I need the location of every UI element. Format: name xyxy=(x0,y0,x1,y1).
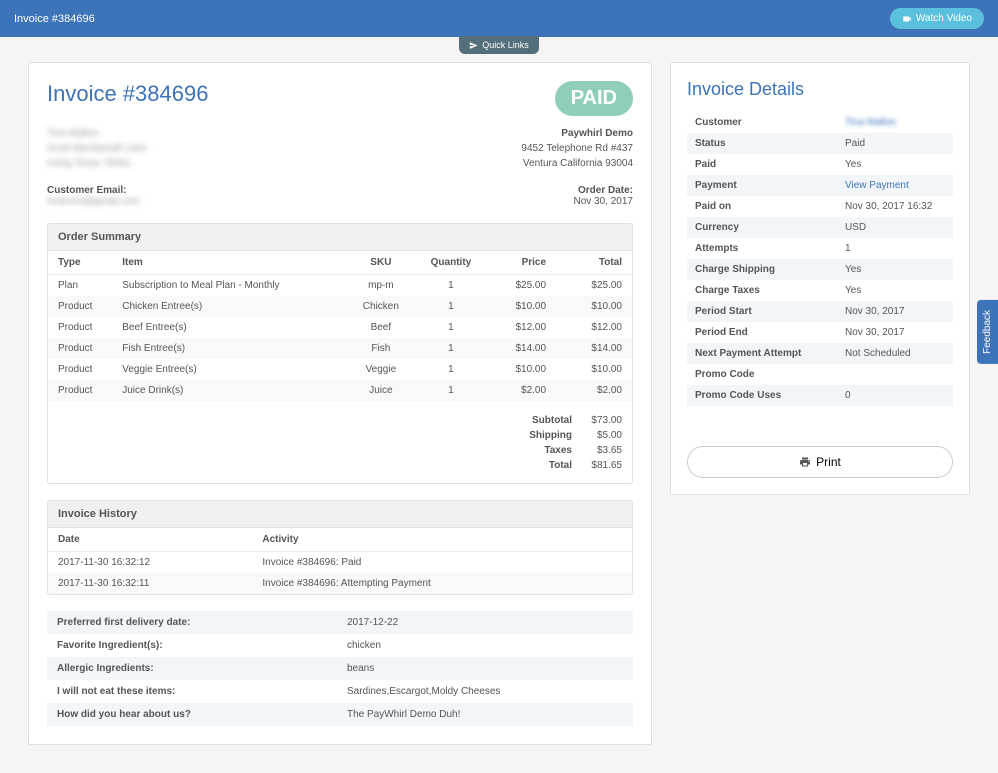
table-row: ProductVeggie Entree(s)Veggie1$10.00$10.… xyxy=(48,359,632,380)
custom-field-row: Allergic Ingredients:beans xyxy=(47,657,633,680)
watch-video-button[interactable]: Watch Video xyxy=(890,8,984,29)
detail-row: PaidYes xyxy=(687,154,953,175)
invoice-title: Invoice #384696 xyxy=(47,81,208,107)
customer-email-block: Customer Email: tmancini@gmail.com xyxy=(47,185,140,207)
detail-row: Paid onNov 30, 2017 16:32 xyxy=(687,196,953,217)
detail-row: Attempts1 xyxy=(687,238,953,259)
custom-field-row: Favorite Ingredient(s):chicken xyxy=(47,634,633,657)
order-date-block: Order Date: Nov 30, 2017 xyxy=(574,185,634,207)
invoice-details-panel: Invoice Details CustomerTina MallonStatu… xyxy=(670,62,970,495)
custom-field-row: I will not eat these items:Sardines,Esca… xyxy=(47,680,633,703)
table-row: ProductFish Entree(s)Fish1$14.00$14.00 xyxy=(48,338,632,359)
paid-badge: PAID xyxy=(555,81,633,116)
detail-row: PaymentView Payment xyxy=(687,175,953,196)
detail-row: Next Payment AttemptNot Scheduled xyxy=(687,343,953,364)
table-row: 2017-11-30 16:32:12Invoice #384696: Paid xyxy=(48,552,632,574)
print-button[interactable]: Print xyxy=(687,446,953,478)
detail-row: Promo Code Uses0 xyxy=(687,385,953,406)
quick-links-menu[interactable]: Quick Links xyxy=(459,36,539,54)
table-row: PlanSubscription to Meal Plan - Monthlym… xyxy=(48,275,632,297)
invoice-history-heading: Invoice History xyxy=(48,501,632,528)
print-icon xyxy=(799,456,811,468)
table-row: ProductJuice Drink(s)Juice1$2.00$2.00 xyxy=(48,380,632,401)
invoice-details-title: Invoice Details xyxy=(687,79,953,100)
detail-row: Charge ShippingYes xyxy=(687,259,953,280)
table-row: ProductChicken Entree(s)Chicken1$10.00$1… xyxy=(48,296,632,317)
video-icon xyxy=(902,14,912,24)
custom-field-row: How did you hear about us?The PayWhirl D… xyxy=(47,703,633,726)
invoice-history-section: Invoice History Date Activity 2017-11-30… xyxy=(47,500,633,595)
detail-row: CustomerTina Mallon xyxy=(687,112,953,133)
custom-field-row: Preferred first delivery date:2017-12-22 xyxy=(47,611,633,634)
topbar: Invoice #384696 Watch Video xyxy=(0,0,998,37)
order-totals: Subtotal$73.00 Shipping$5.00 Taxes$3.65 … xyxy=(48,409,632,483)
detail-row: Charge TaxesYes xyxy=(687,280,953,301)
table-row: 2017-11-30 16:32:11Invoice #384696: Atte… xyxy=(48,573,632,594)
order-summary-heading: Order Summary xyxy=(48,224,632,251)
detail-row: StatusPaid xyxy=(687,133,953,154)
paper-plane-icon xyxy=(469,41,478,50)
customer-address: Tina Mallon Scott Mandamall Lane Irving … xyxy=(47,126,147,171)
detail-row: Promo Code xyxy=(687,364,953,385)
detail-row: CurrencyUSD xyxy=(687,217,953,238)
table-row: ProductBeef Entree(s)Beef1$12.00$12.00 xyxy=(48,317,632,338)
invoice-main-panel: Invoice #384696 PAID Tina Mallon Scott M… xyxy=(28,62,652,745)
order-summary-section: Order Summary Type Item SKU Quantity Pri… xyxy=(47,223,633,484)
detail-row: Period StartNov 30, 2017 xyxy=(687,301,953,322)
history-table: Date Activity 2017-11-30 16:32:12Invoice… xyxy=(48,528,632,594)
order-summary-table: Type Item SKU Quantity Price Total PlanS… xyxy=(48,251,632,401)
custom-fields-section: Preferred first delivery date:2017-12-22… xyxy=(47,611,633,726)
page-breadcrumb: Invoice #384696 xyxy=(14,13,95,25)
company-address: Paywhirl Demo 9452 Telephone Rd #437 Ven… xyxy=(521,126,633,171)
feedback-tab[interactable]: Feedback xyxy=(977,300,998,364)
detail-row: Period EndNov 30, 2017 xyxy=(687,322,953,343)
